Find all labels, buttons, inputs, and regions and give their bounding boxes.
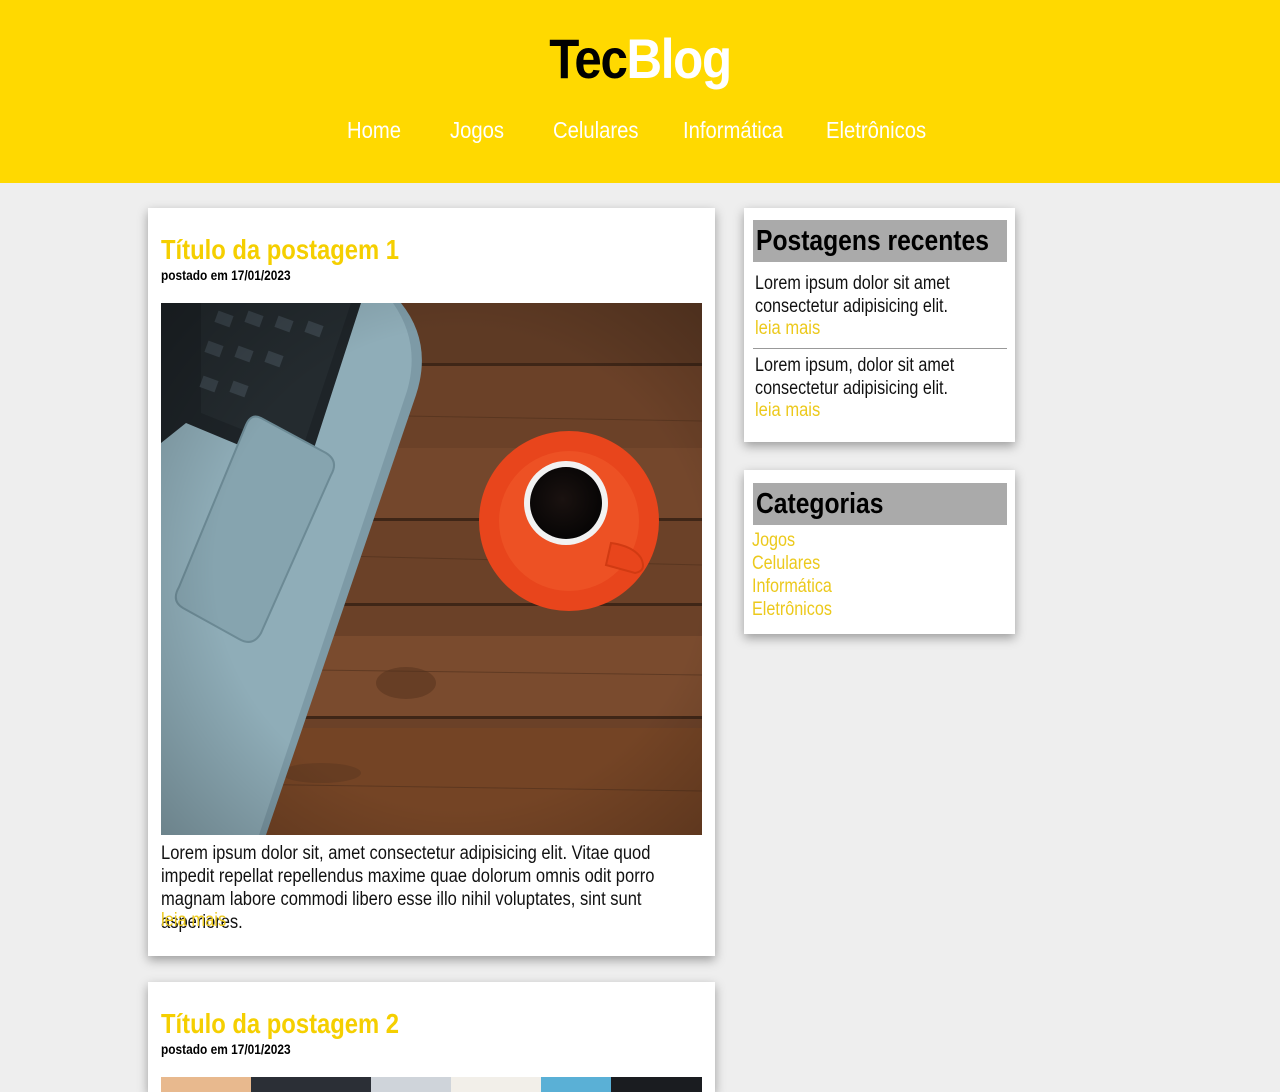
post-excerpt: Lorem ipsum dolor sit, amet consectetur … <box>161 843 655 933</box>
recent-posts-widget: Postagens recentes Lorem ipsum dolor sit… <box>744 208 1015 442</box>
post-date: postado em 17/01/2023 <box>161 267 291 283</box>
category-celulares[interactable]: Celulares <box>752 553 820 575</box>
recent-read-more-link[interactable]: leia mais <box>755 318 820 340</box>
recent-posts-heading: Postagens recentes <box>753 220 1007 262</box>
recent-post-text: Lorem ipsum, dolor sit amet consectetur … <box>755 355 955 399</box>
post-card: Título da postagem 2 postado em 17/01/20… <box>148 982 715 1092</box>
read-more-link[interactable]: leia mais <box>161 910 226 932</box>
post-image[interactable] <box>161 303 702 835</box>
logo-part-tec: Tec <box>549 27 628 90</box>
nav-celulares[interactable]: Celulares <box>553 117 638 144</box>
divider <box>753 348 1007 349</box>
categories-widget: Categorias Jogos Celulares Informática E… <box>744 470 1015 634</box>
nav-jogos[interactable]: Jogos <box>450 117 504 144</box>
recent-post-text: Lorem ipsum dolor sit amet consectetur a… <box>755 273 950 317</box>
nav-home[interactable]: Home <box>347 117 401 144</box>
logo-part-blog: Blog <box>626 27 733 90</box>
site-logo[interactable]: TecBlog <box>77 26 1203 92</box>
nav-informatica[interactable]: Informática <box>683 117 783 144</box>
categories-title: Categorias <box>756 488 884 520</box>
recent-read-more-link[interactable]: leia mais <box>755 400 820 422</box>
post-title[interactable]: Título da postagem 2 <box>161 1008 399 1040</box>
categories-heading: Categorias <box>753 483 1007 525</box>
category-informatica[interactable]: Informática <box>752 576 832 598</box>
post-title[interactable]: Título da postagem 1 <box>161 234 399 266</box>
category-eletronicos[interactable]: Eletrônicos <box>752 599 832 621</box>
post-image[interactable] <box>161 1077 702 1092</box>
post-date: postado em 17/01/2023 <box>161 1041 291 1057</box>
recent-posts-title: Postagens recentes <box>756 225 989 257</box>
category-jogos[interactable]: Jogos <box>752 530 795 552</box>
site-header: TecBlog Home Jogos Celulares Informática… <box>0 0 1280 183</box>
main-nav: Home Jogos Celulares Informática Eletrôn… <box>0 117 1280 147</box>
nav-eletronicos[interactable]: Eletrônicos <box>826 117 926 144</box>
post-card: Título da postagem 1 postado em 17/01/20… <box>148 208 715 956</box>
